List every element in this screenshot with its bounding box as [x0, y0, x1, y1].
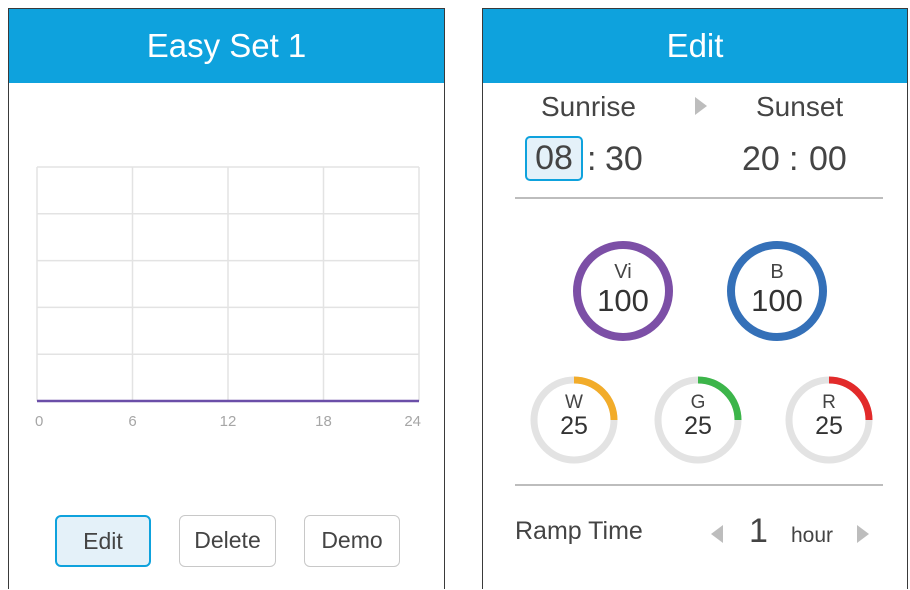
violet-channel-dial[interactable]: Vi 100 — [571, 239, 675, 343]
edit-panel: Edit Sunrise Sunset 08 : 30 20 : 00 Vi 1… — [482, 8, 908, 589]
chart-grid — [36, 166, 420, 402]
blue-channel-value: 100 — [751, 283, 803, 318]
x-tick-label: 0 — [35, 413, 43, 430]
sunset-minute-input[interactable]: 00 — [809, 140, 847, 179]
red-channel-name: R — [822, 392, 836, 413]
sunrise-minute-input[interactable]: 30 — [605, 140, 643, 179]
easy-set-panel: Easy Set 1 0 6 12 18 24 Edit Delete Demo — [8, 8, 445, 589]
green-channel-name: G — [690, 392, 706, 413]
ramp-increase-arrow-icon[interactable] — [857, 525, 869, 543]
x-tick-label: 24 — [404, 413, 421, 430]
ramp-time-value: 1 — [749, 512, 768, 550]
green-channel-value: 25 — [684, 412, 712, 440]
x-tick-label: 18 — [315, 413, 332, 430]
edit-button[interactable]: Edit — [55, 515, 151, 567]
divider-bottom — [515, 484, 883, 486]
light-schedule-chart: 0 6 12 18 24 — [35, 166, 421, 430]
green-channel-dial[interactable]: G 25 — [652, 374, 744, 466]
sunset-hour-input[interactable]: 20 — [742, 140, 780, 179]
ramp-decrease-arrow-icon[interactable] — [711, 525, 723, 543]
sunset-time-separator: : — [789, 140, 799, 178]
violet-channel-name: Vi — [614, 261, 632, 283]
sunset-label: Sunset — [756, 91, 844, 122]
demo-button[interactable]: Demo — [304, 515, 400, 567]
divider-top — [515, 197, 883, 199]
red-channel-dial[interactable]: R 25 — [783, 374, 875, 466]
ramp-time-label: Ramp Time — [515, 517, 643, 545]
x-tick-label: 12 — [220, 413, 237, 430]
sunrise-label: Sunrise — [541, 91, 636, 122]
delete-button[interactable]: Delete — [179, 515, 276, 567]
edit-title: Edit — [483, 9, 907, 83]
chart-x-axis: 0 6 12 18 24 — [35, 413, 421, 430]
arrow-right-icon — [695, 97, 707, 115]
x-tick-label: 6 — [128, 413, 136, 430]
white-channel-value: 25 — [560, 412, 588, 440]
white-channel-name: W — [565, 392, 583, 413]
sunrise-hour-input[interactable]: 08 — [525, 136, 583, 181]
white-channel-dial[interactable]: W 25 — [528, 374, 620, 466]
ramp-time-unit: hour — [791, 524, 834, 547]
sunrise-time-separator: : — [587, 140, 597, 178]
blue-channel-dial[interactable]: B 100 — [725, 239, 829, 343]
red-channel-value: 25 — [815, 412, 843, 440]
blue-channel-name: B — [770, 261, 784, 283]
violet-channel-value: 100 — [597, 283, 649, 318]
